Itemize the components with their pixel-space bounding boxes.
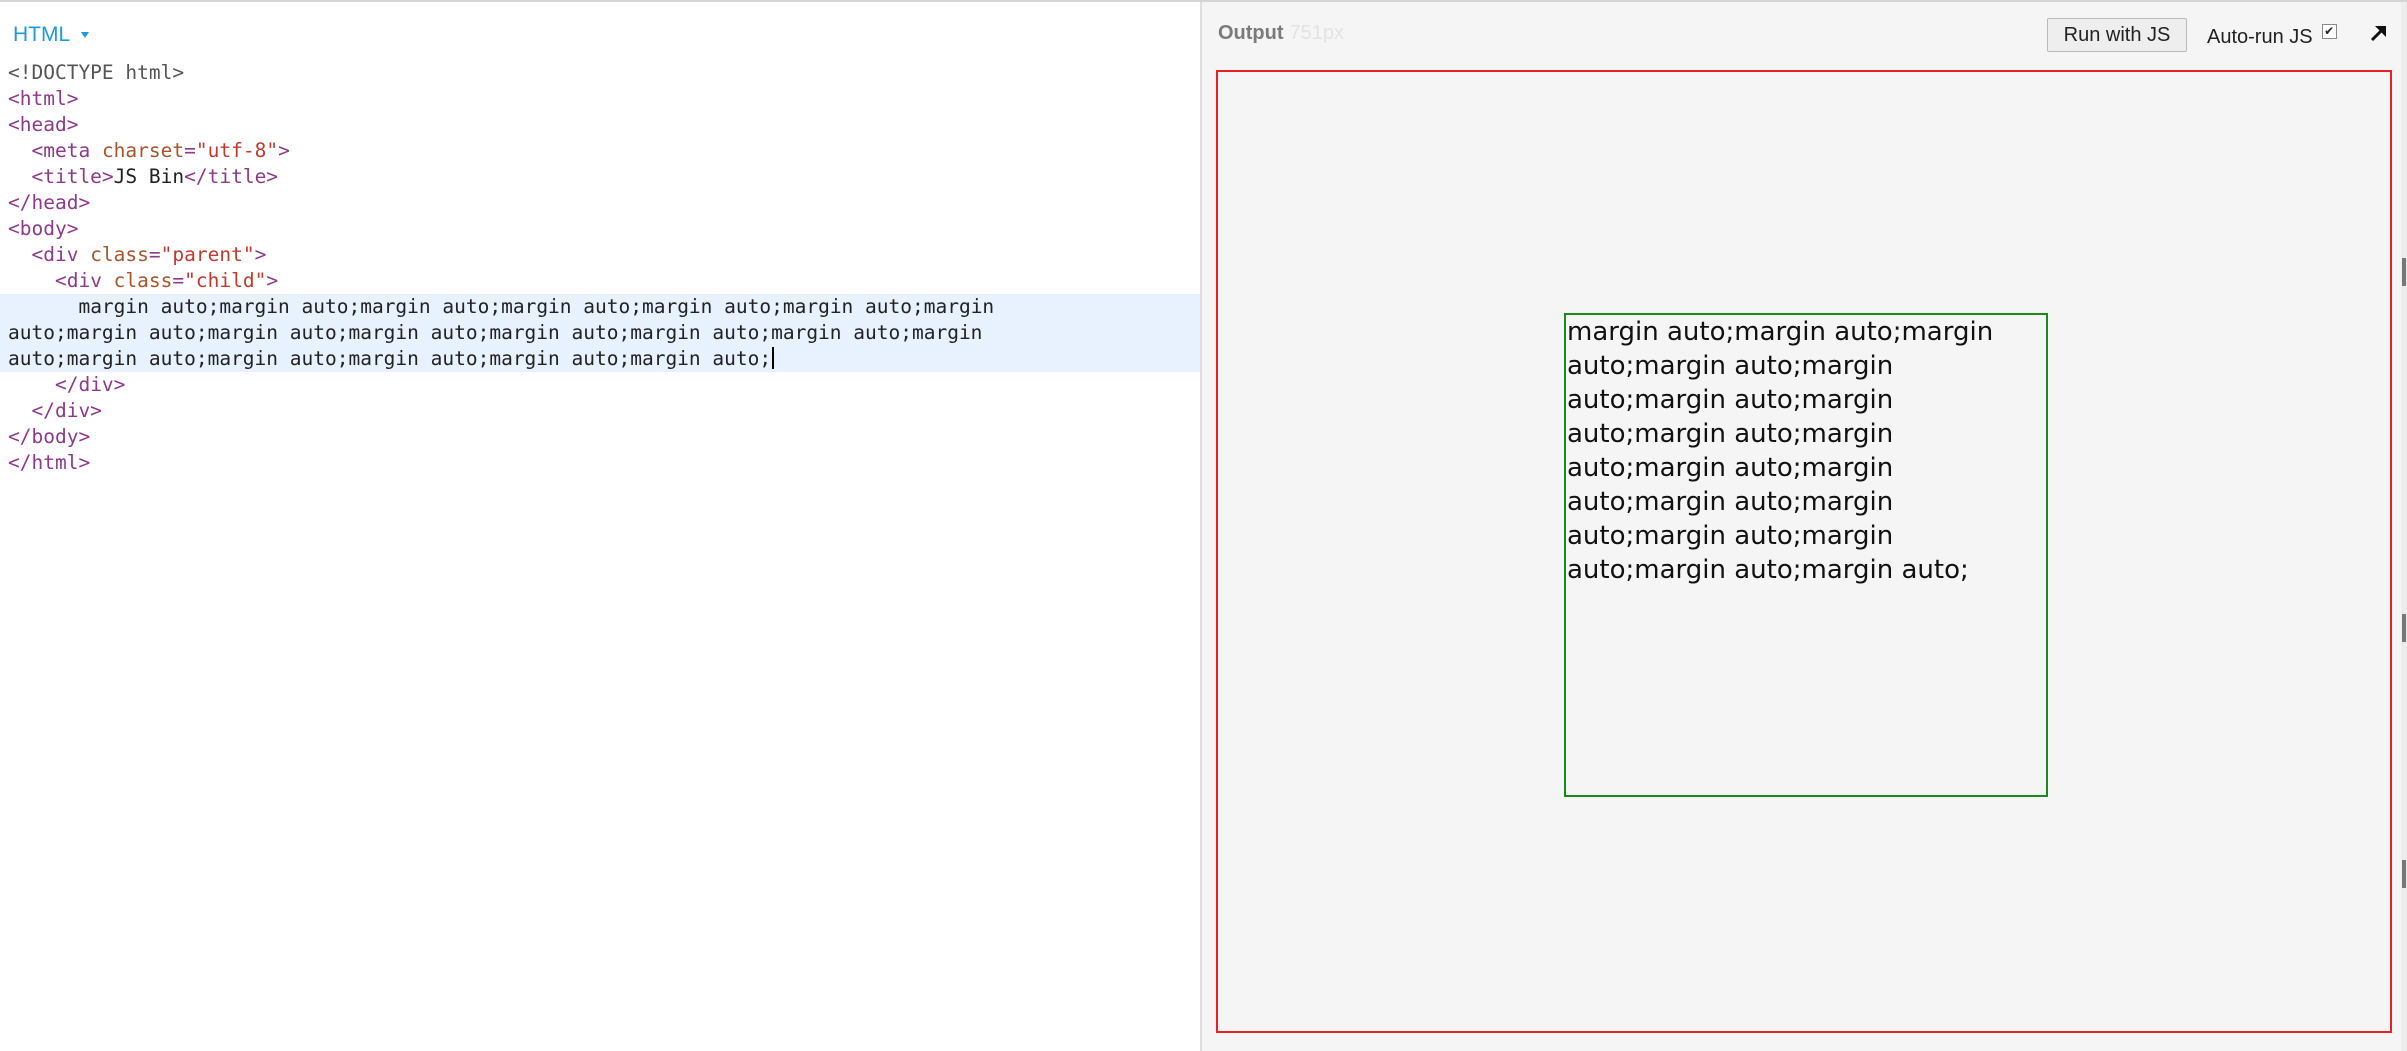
code-token-text: JS Bin xyxy=(113,165,185,188)
autorun-label: Auto-run JS xyxy=(2207,25,2313,48)
code-line[interactable]: auto;margin auto;margin auto;margin auto… xyxy=(0,320,1200,346)
html-editor-pane: HTML <!DOCTYPE html> <html> <head> <meta c… xyxy=(0,2,1200,1051)
code-token-tag: = xyxy=(148,243,161,266)
code-token-tag: > xyxy=(278,139,290,162)
code-line[interactable]: <body> xyxy=(0,216,1200,242)
code-line[interactable]: margin auto;margin auto;margin auto;marg… xyxy=(0,294,1200,320)
output-width-label: 751px xyxy=(1289,22,1345,44)
code-line[interactable]: <title>JS Bin</title> xyxy=(0,164,1200,190)
code-token-tag: = xyxy=(184,139,196,162)
scrollbar-mark xyxy=(2402,860,2406,888)
child-div-box: margin auto;margin auto;margin auto;marg… xyxy=(1564,313,2048,797)
output-panel-title: Output 751px xyxy=(1218,22,1344,45)
code-token-tag: <meta xyxy=(31,139,102,162)
output-pane: Output 751px Run with JS Auto-run JS ✔ ma… xyxy=(1202,2,2407,1051)
code-line[interactable]: </div> xyxy=(0,398,1200,424)
output-title-text: Output xyxy=(1218,22,1284,44)
html-panel-selector[interactable]: HTML xyxy=(13,20,90,50)
code-token-tag: </head> xyxy=(8,191,91,214)
code-token-str: "parent" xyxy=(160,243,255,266)
dropdown-caret-icon[interactable] xyxy=(81,32,90,38)
code-token-tag: <head> xyxy=(8,113,79,136)
code-token-str: "child" xyxy=(184,269,267,292)
code-token-attr: charset xyxy=(101,139,185,162)
text-cursor xyxy=(772,347,775,369)
code-token-tag: </div> xyxy=(54,373,126,396)
scrollbar-mark xyxy=(2402,614,2406,642)
right-scrollbar[interactable] xyxy=(2401,2,2407,1051)
code-line[interactable]: <!DOCTYPE html> xyxy=(0,60,1200,86)
popout-arrow-icon[interactable] xyxy=(2366,20,2392,46)
code-token-text: auto;margin auto;margin auto;margin auto… xyxy=(8,347,772,370)
code-line[interactable]: <div class="parent"> xyxy=(0,242,1200,268)
code-token-tag: <div xyxy=(31,243,91,266)
code-line[interactable]: </div> xyxy=(0,372,1200,398)
code-token-tag: > xyxy=(266,269,279,292)
autorun-checkbox[interactable]: ✔ xyxy=(2321,23,2337,39)
code-line[interactable]: </body> xyxy=(0,424,1200,450)
code-token-doctype: <!DOCTYPE html> xyxy=(8,61,185,84)
code-token-tag: </div> xyxy=(31,399,102,422)
code-token-attr: class xyxy=(90,243,149,266)
code-line[interactable]: auto;margin auto;margin auto;margin auto… xyxy=(0,346,1200,372)
scrollbar-mark xyxy=(2402,258,2406,286)
code-token-tag: > xyxy=(254,243,267,266)
code-token-tag: </html> xyxy=(8,451,91,474)
run-with-js-button[interactable]: Run with JS xyxy=(2047,18,2187,52)
code-token-attr: class xyxy=(113,269,173,292)
code-token-tag: </body> xyxy=(8,425,91,448)
html-panel-title[interactable]: HTML xyxy=(13,23,70,47)
code-line[interactable]: <head> xyxy=(0,112,1200,138)
autorun-toggle[interactable]: Auto-run JS ✔ xyxy=(2207,22,2337,52)
code-line[interactable]: <meta charset="utf-8"> xyxy=(0,138,1200,164)
code-token-tag: <html> xyxy=(8,87,79,110)
code-token-text: margin auto;margin auto;margin auto;marg… xyxy=(78,295,995,318)
code-token-text: auto;margin auto;margin auto;margin auto… xyxy=(8,321,983,344)
parent-div-frame: margin auto;margin auto;margin auto;marg… xyxy=(1216,70,2392,1033)
code-token-tag: <div xyxy=(54,269,114,292)
code-editor[interactable]: <!DOCTYPE html> <html> <head> <meta charse… xyxy=(0,60,1200,476)
code-token-tag: = xyxy=(172,269,185,292)
code-token-tag: </title> xyxy=(184,165,279,188)
code-token-tag: <body> xyxy=(8,217,79,240)
code-line[interactable]: </html> xyxy=(0,450,1200,476)
code-token-str: "utf-8" xyxy=(195,139,279,162)
code-line[interactable]: <div class="child"> xyxy=(0,268,1200,294)
code-line[interactable]: <html> xyxy=(0,86,1200,112)
code-line[interactable]: </head> xyxy=(0,190,1200,216)
code-token-tag: <title> xyxy=(31,165,114,188)
